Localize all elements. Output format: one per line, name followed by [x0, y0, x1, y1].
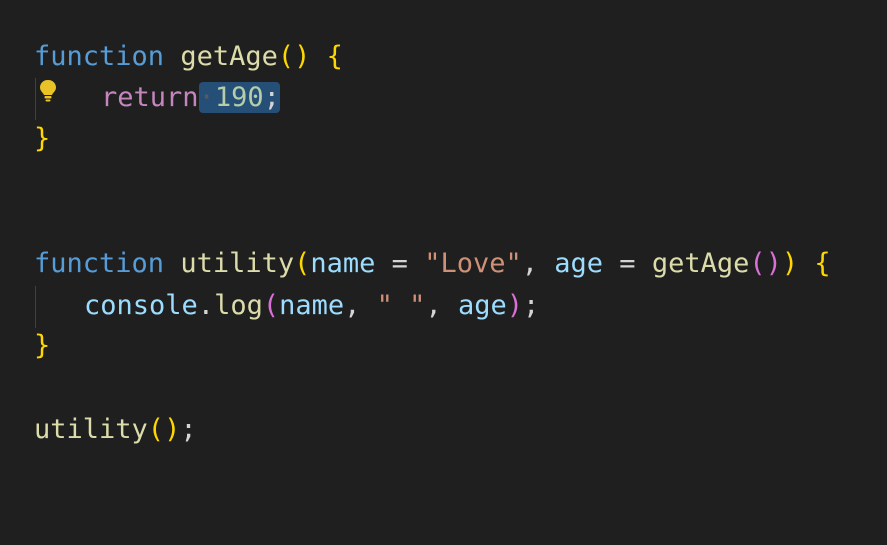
param-age: age: [554, 248, 604, 279]
close-paren: ): [781, 248, 799, 279]
close-brace: }: [34, 330, 51, 361]
dot: .: [197, 290, 215, 321]
keyword-return: return: [101, 82, 199, 113]
indent-guide: [35, 286, 36, 328]
open-paren: (: [147, 414, 165, 445]
keyword-function: function: [34, 248, 165, 279]
string-literal: "Love": [424, 248, 522, 279]
code-line-3[interactable]: }: [34, 119, 50, 159]
close-paren: ): [506, 290, 523, 321]
code-editor[interactable]: function getAge() { return·190; } functi…: [0, 0, 887, 545]
code-line-7[interactable]: utility();: [34, 410, 197, 450]
semicolon: ;: [523, 290, 540, 321]
whitespace-dot: ·: [198, 82, 215, 113]
call-utility: utility: [34, 414, 148, 445]
operator-equals: =: [375, 248, 425, 279]
function-name: utility: [180, 248, 295, 279]
comma: ,: [344, 290, 377, 321]
function-name: getAge: [180, 41, 278, 72]
inner-close-paren: ): [765, 248, 782, 279]
comma: ,: [521, 248, 555, 279]
close-brace: }: [34, 123, 51, 154]
operator-equals: =: [603, 248, 652, 279]
indent-guide: [35, 78, 36, 120]
call-getage: getAge: [651, 248, 750, 279]
open-brace: {: [814, 248, 831, 279]
code-line-2[interactable]: return·190;: [101, 78, 280, 118]
code-line-6[interactable]: }: [34, 326, 50, 366]
string-literal: " ": [376, 290, 426, 321]
text-selection: ·190;: [198, 82, 280, 113]
param-name: name: [310, 248, 376, 279]
semicolon: ;: [263, 82, 280, 113]
open-paren: (: [294, 248, 311, 279]
code-line-5[interactable]: console.log(name, " ", age);: [84, 286, 539, 326]
open-paren: (: [262, 290, 280, 321]
arg-age: age: [457, 290, 507, 321]
lightbulb-icon[interactable]: [37, 78, 59, 104]
arg-name: name: [279, 290, 345, 321]
method-log: log: [214, 290, 263, 321]
keyword-function: function: [34, 41, 165, 72]
open-paren: (: [277, 41, 295, 72]
number-literal: 190: [214, 82, 264, 113]
console-object: console: [84, 290, 198, 321]
close-paren: ): [294, 41, 311, 72]
inner-open-paren: (: [749, 248, 766, 279]
code-line-4[interactable]: function utility(name = "Love", age = ge…: [34, 244, 831, 284]
comma: ,: [425, 290, 458, 321]
code-line-1[interactable]: function getAge() {: [34, 37, 343, 77]
open-brace: {: [326, 41, 343, 72]
close-paren: ): [164, 414, 181, 445]
semicolon: ;: [180, 414, 197, 445]
